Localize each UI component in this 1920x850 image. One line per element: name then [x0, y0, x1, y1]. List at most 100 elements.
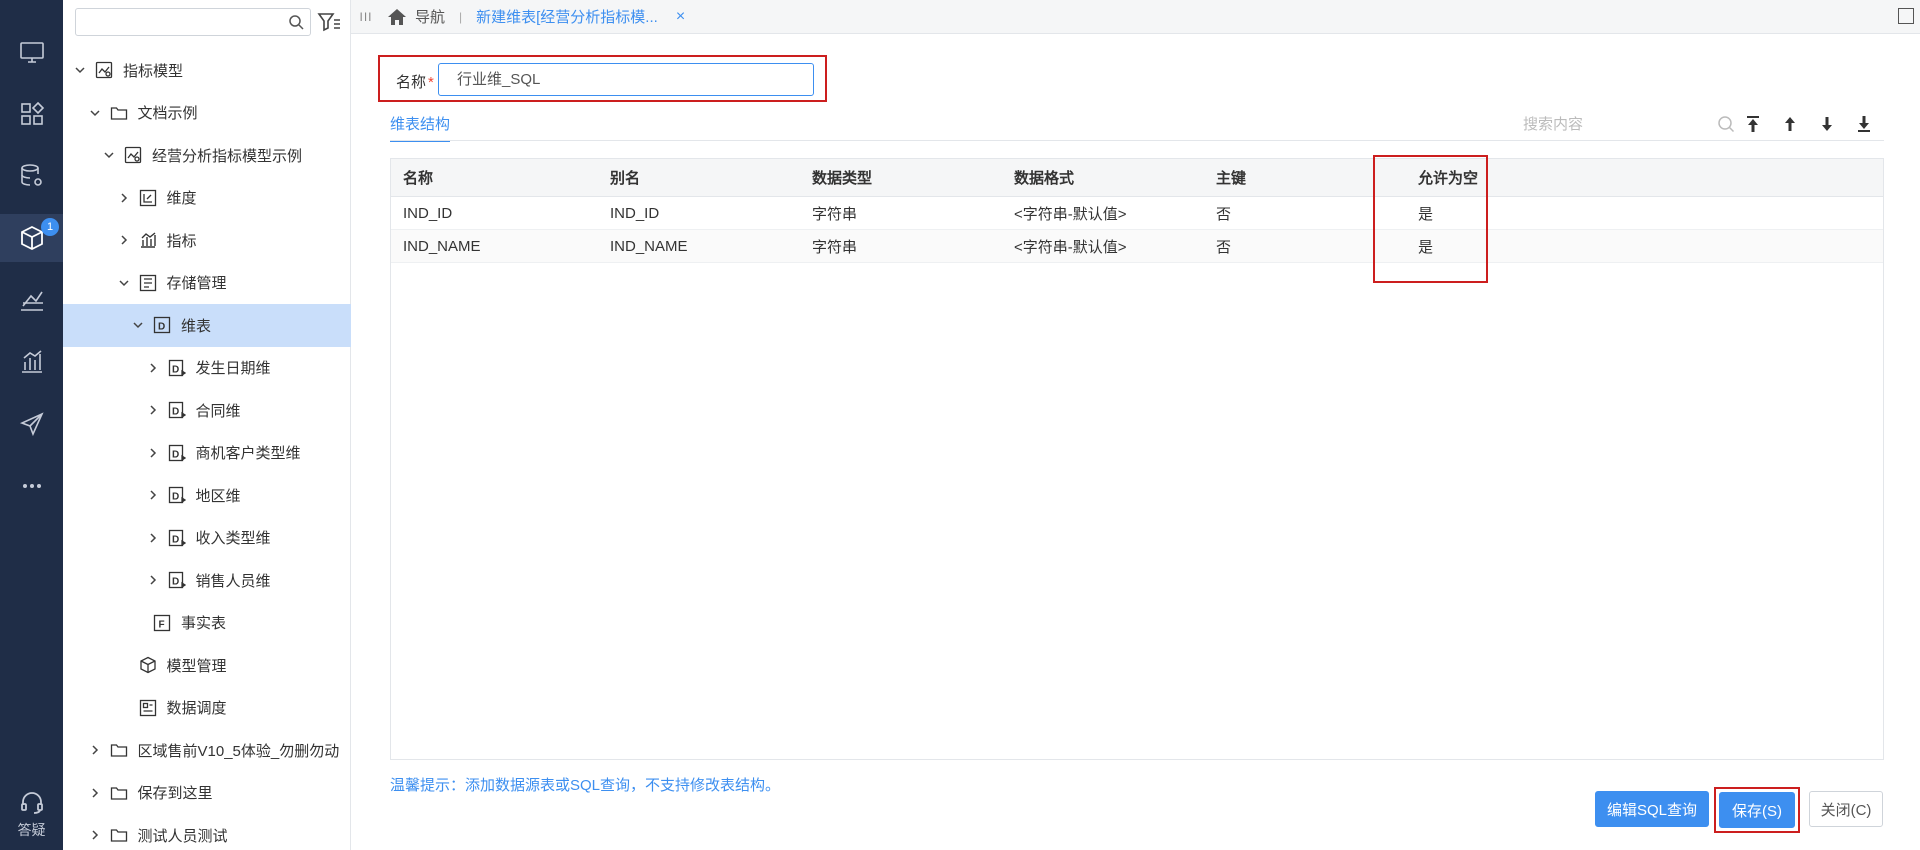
rail-item-metric-model[interactable]: 1 [0, 214, 63, 262]
chevron-down-icon[interactable] [88, 106, 102, 120]
dim-item-icon: D [168, 401, 186, 419]
move-up-icon[interactable] [1780, 114, 1800, 134]
chevron-down-icon[interactable] [117, 276, 131, 290]
column-header[interactable]: 数据格式 [1014, 159, 1074, 196]
column-header[interactable]: 名称 [403, 159, 433, 196]
filter-icon[interactable] [317, 10, 341, 34]
tree-item-label: 保存到这里 [137, 785, 213, 803]
tree-item[interactable]: D 合同维 [63, 389, 351, 432]
chevron-right-icon[interactable] [88, 828, 102, 842]
rail-item-analysis[interactable] [0, 276, 63, 324]
tree-item[interactable]: 维度 [63, 177, 351, 220]
notification-badge: 1 [41, 218, 59, 236]
name-label: 名称 * [396, 74, 434, 91]
table-cell: 否 [1216, 205, 1232, 223]
tree-item[interactable]: 存储管理 [63, 262, 351, 305]
tab-close-icon[interactable]: × [676, 8, 685, 26]
tab-separator: | [459, 9, 463, 24]
chevron-right-icon[interactable] [146, 446, 160, 460]
tree-item[interactable]: 经营分析指标模型示例 [63, 134, 351, 177]
panel-toggle-grip[interactable]: III [351, 10, 381, 24]
schedule-icon [139, 699, 157, 717]
rail-item-more[interactable] [0, 462, 63, 510]
fact-table-icon: F [153, 614, 171, 632]
tree-item-label: 商机客户类型维 [195, 445, 301, 463]
tree-item[interactable]: F 事实表 [63, 602, 351, 645]
table-cell: IND_ID [403, 204, 453, 222]
chevron-right-icon[interactable] [146, 403, 160, 417]
chevron-right-icon[interactable] [146, 531, 160, 545]
tree-item[interactable]: 测试人员测试 [63, 814, 351, 850]
help-button[interactable]: 答疑 [0, 790, 63, 840]
tree-item-label: 文档示例 [137, 105, 198, 123]
folder-icon [110, 784, 128, 802]
tree-item-label: 地区维 [195, 487, 241, 505]
column-header[interactable]: 数据类型 [812, 159, 872, 196]
chevron-right-icon[interactable] [117, 191, 131, 205]
monitor-icon [19, 42, 44, 63]
chevron-right-icon[interactable] [146, 361, 160, 375]
column-header[interactable]: 别名 [610, 159, 640, 196]
table-header: 名称 别名 数据类型 数据格式 主键 允许为空 [391, 159, 1883, 197]
tree-item[interactable]: D 发生日期维 [63, 347, 351, 390]
name-input[interactable]: 行业维_SQL [438, 63, 814, 96]
chevron-down-icon[interactable] [73, 63, 87, 77]
rail-item-apps[interactable] [0, 90, 63, 138]
move-down-icon[interactable] [1817, 114, 1837, 134]
edit-sql-button[interactable]: 编辑SQL查询 [1595, 791, 1709, 827]
svg-text:D: D [172, 364, 179, 375]
tree-item[interactable]: 文档示例 [63, 92, 351, 135]
chevron-down-icon[interactable] [131, 318, 145, 332]
table-row[interactable]: IND_NAME IND_NAME 字符串 <字符串-默认值> 否是 [391, 230, 1883, 263]
save-button[interactable]: 保存(S) [1719, 792, 1795, 828]
tab-table-structure[interactable]: 维表结构 [390, 112, 451, 142]
tree-item-label: 维表 [181, 317, 212, 335]
search-icon[interactable] [1716, 114, 1736, 134]
rail-item-publish[interactable] [0, 400, 63, 448]
tree-item-label: 数据调度 [166, 700, 227, 718]
tree-item-label: 指标 [166, 232, 197, 250]
tree-item[interactable]: D 地区维 [63, 474, 351, 517]
maximize-icon[interactable] [1898, 8, 1914, 24]
tree-item[interactable]: 模型管理 [63, 644, 351, 687]
rail-item-report[interactable] [0, 338, 63, 386]
tree-item[interactable]: D 收入类型维 [63, 517, 351, 560]
tab-new-dimension-table[interactable]: 新建维表[经营分析指标模... × [476, 6, 685, 27]
tree-item[interactable]: D 销售人员维 [63, 559, 351, 602]
model-manage-icon [139, 656, 157, 674]
rail-item-desktop[interactable] [0, 28, 63, 76]
tree-item[interactable]: 指标 [63, 219, 351, 262]
table-cell: <字符串-默认值> [1014, 238, 1127, 256]
folder-icon [110, 104, 128, 122]
close-button[interactable]: 关闭(C) [1809, 791, 1883, 827]
tree-item[interactable]: 数据调度 [63, 687, 351, 730]
svg-text:D: D [172, 407, 179, 418]
move-bottom-icon[interactable] [1854, 114, 1874, 134]
dimension-icon [139, 189, 157, 207]
svg-text:D: D [172, 577, 179, 588]
tree-item[interactable]: 指标模型 [63, 49, 351, 92]
chevron-right-icon[interactable] [146, 573, 160, 587]
tree-item[interactable]: 区域售前V10_5体验_勿删勿动 [63, 729, 351, 772]
table-row[interactable]: IND_ID IND_ID 字符串 <字符串-默认值> 否是 [391, 197, 1883, 230]
subtab-divider [390, 140, 1884, 141]
tree-item[interactable]: 保存到这里 [63, 772, 351, 815]
dim-item-icon: D [168, 359, 186, 377]
rail-item-datasource[interactable] [0, 152, 63, 200]
chevron-right-icon[interactable] [88, 743, 102, 757]
tree-item[interactable]: D 维表 [63, 304, 351, 347]
chevron-right-icon[interactable] [117, 233, 131, 247]
chevron-right-icon[interactable] [146, 488, 160, 502]
column-header[interactable]: 主键 [1216, 159, 1246, 196]
folder-icon [110, 826, 128, 844]
tree-item[interactable]: D 商机客户类型维 [63, 432, 351, 475]
more-dots-icon [22, 484, 41, 488]
home-icon [388, 8, 406, 25]
field-search-input[interactable]: 搜索内容 [1523, 112, 1723, 138]
chevron-down-icon[interactable] [102, 148, 116, 162]
tree-item-label: 模型管理 [166, 657, 227, 675]
chevron-right-icon[interactable] [88, 786, 102, 800]
tab-home[interactable]: 导航 [387, 6, 445, 27]
tree-search-input[interactable] [75, 8, 311, 36]
move-top-icon[interactable] [1743, 114, 1763, 134]
